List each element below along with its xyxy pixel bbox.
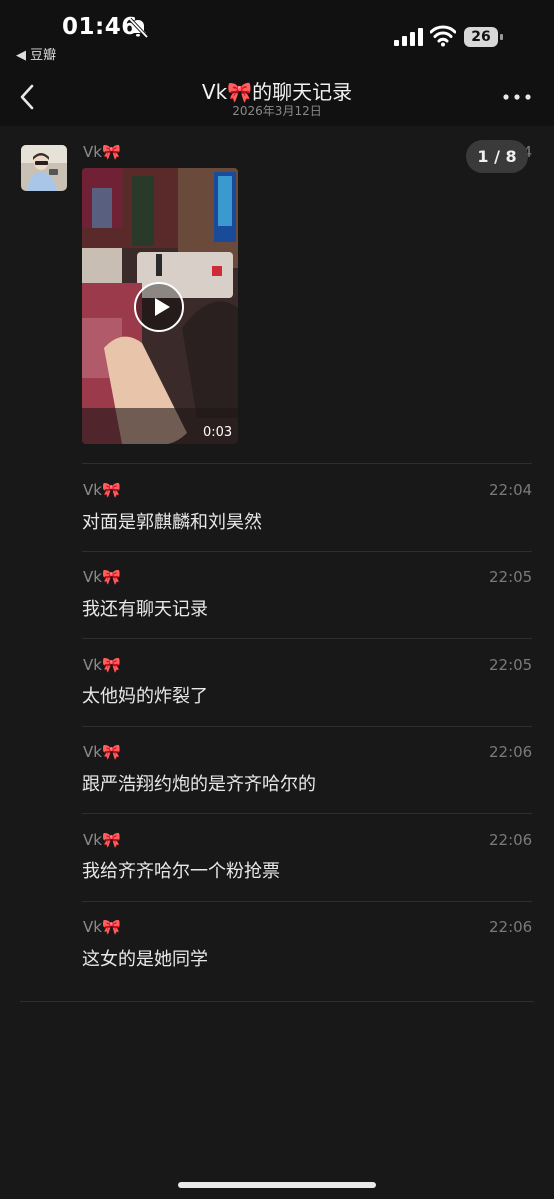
divider [82,551,532,552]
nav-bar: Vk🎀的聊天记录 2026年3月12日 [0,66,554,126]
signal-icon [394,28,423,46]
message-text: 我给齐齐哈尔一个粉抢票 [82,861,280,882]
message-time: 22:05 [489,656,533,674]
avatar[interactable] [21,145,67,191]
message-sender: Vk🎀 [83,568,121,586]
message-time: 22:06 [489,918,533,936]
message-text: 这女的是她同学 [82,949,208,970]
message-sender: Vk🎀 [83,743,121,761]
message-sender: Vk🎀 [83,831,121,849]
page-title: Vk🎀的聊天记录 [201,80,353,104]
divider [82,813,532,814]
play-icon [155,298,170,316]
divider [82,901,532,902]
message-sender: Vk🎀 [83,918,121,936]
message-text: 对面是郭麒麟和刘昊然 [82,512,262,533]
message-sender: Vk🎀 [83,481,121,499]
wifi-icon [430,25,456,47]
battery-indicator: 26 [464,27,504,47]
end-divider [20,1001,534,1002]
page-counter-badge: 1 / 8 [466,140,528,173]
video-duration: 0:03 [203,425,233,440]
battery-level: 26 [464,27,498,47]
back-to-app-link[interactable]: ◀ 豆瓣 [16,44,56,63]
message-sender: Vk🎀 [83,143,121,161]
more-dots-icon[interactable] [503,94,531,100]
status-bar: 01:46 ◀ 豆瓣 26 [0,0,554,66]
bell-slash-icon [128,17,149,39]
message-text: 太他妈的炸裂了 [82,686,208,707]
battery-cap [500,34,503,40]
message-text: 我还有聊天记录 [82,599,208,620]
message-time: 22:04 [489,481,533,499]
page-subtitle: 2026年3月12日 [232,104,322,118]
message-text: 跟严浩翔约炮的是齐齐哈尔的 [82,774,316,795]
home-indicator[interactable] [178,1182,376,1188]
message-time: 22:06 [489,743,533,761]
message-time: 22:05 [489,568,533,586]
divider [82,638,532,639]
message-sender: Vk🎀 [83,656,121,674]
divider [82,463,532,464]
divider [82,726,532,727]
play-button[interactable] [134,282,184,332]
message-time: 22:06 [489,831,533,849]
